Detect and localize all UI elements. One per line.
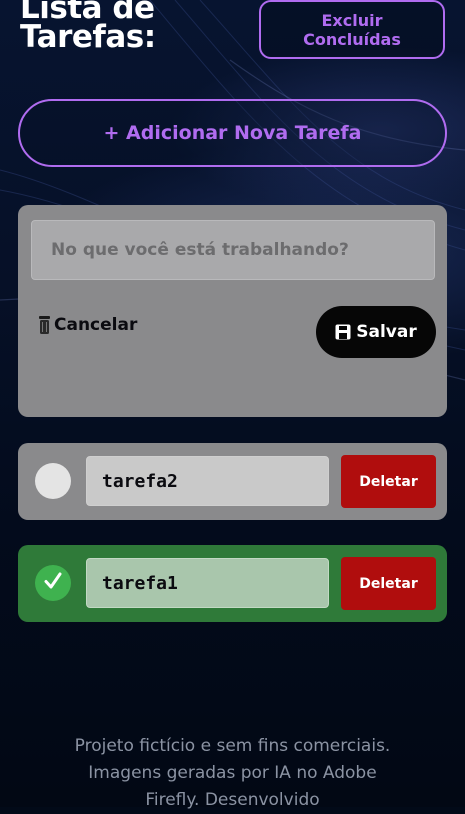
task-item: tarefa1 Deletar xyxy=(18,545,447,622)
task-name[interactable]: tarefa2 xyxy=(86,456,329,506)
floppy-disk-icon xyxy=(335,324,351,340)
save-button[interactable]: Salvar xyxy=(316,306,436,358)
footer-text: Projeto fictício e sem fins comerciais. … xyxy=(74,736,391,810)
add-task-button[interactable]: + Adicionar Nova Tarefa xyxy=(18,99,447,167)
task-name[interactable]: tarefa1 xyxy=(86,558,329,608)
page-title: Lista de Tarefas: xyxy=(20,0,156,55)
task-item: tarefa2 Deletar xyxy=(18,443,447,520)
cancel-button[interactable]: Cancelar xyxy=(38,315,137,335)
trash-icon xyxy=(38,315,51,335)
task-checkbox[interactable] xyxy=(35,565,71,601)
delete-button[interactable]: Deletar xyxy=(341,557,436,610)
task-checkbox[interactable] xyxy=(35,463,71,499)
task-input[interactable]: No que você está trabalhando? xyxy=(31,220,435,280)
header: Lista de Tarefas: Excluir Concluídas xyxy=(18,0,448,62)
checkmark-icon xyxy=(42,570,64,596)
clear-completed-button[interactable]: Excluir Concluídas xyxy=(259,0,445,59)
new-task-form: No que você está trabalhando? Cancelar S… xyxy=(18,205,447,417)
cancel-label: Cancelar xyxy=(54,315,138,335)
save-label: Salvar xyxy=(356,322,417,342)
delete-button[interactable]: Deletar xyxy=(341,455,436,508)
